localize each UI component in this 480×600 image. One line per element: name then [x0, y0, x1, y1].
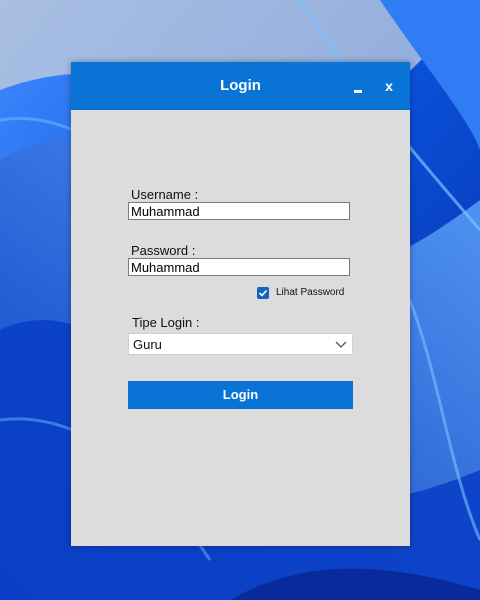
login-type-label: Tipe Login :: [132, 315, 200, 330]
username-input[interactable]: [128, 202, 350, 220]
login-type-value: Guru: [133, 337, 162, 352]
minimize-button[interactable]: [350, 76, 368, 96]
show-password-checkbox[interactable]: [257, 287, 269, 299]
login-type-select[interactable]: Guru: [128, 333, 353, 355]
show-password-label: Lihat Password: [276, 287, 345, 298]
password-input[interactable]: [128, 258, 350, 276]
close-button[interactable]: x: [380, 76, 398, 96]
username-label: Username :: [131, 187, 199, 202]
title-bar: Login x: [71, 62, 410, 110]
checkmark-icon: [258, 289, 268, 297]
login-button[interactable]: Login: [128, 381, 353, 409]
password-label: Password :: [131, 243, 196, 258]
login-window: Login x Username : Password : Lihat Pass…: [71, 62, 410, 546]
minimize-icon: [354, 90, 362, 93]
chevron-down-icon: [335, 341, 347, 348]
